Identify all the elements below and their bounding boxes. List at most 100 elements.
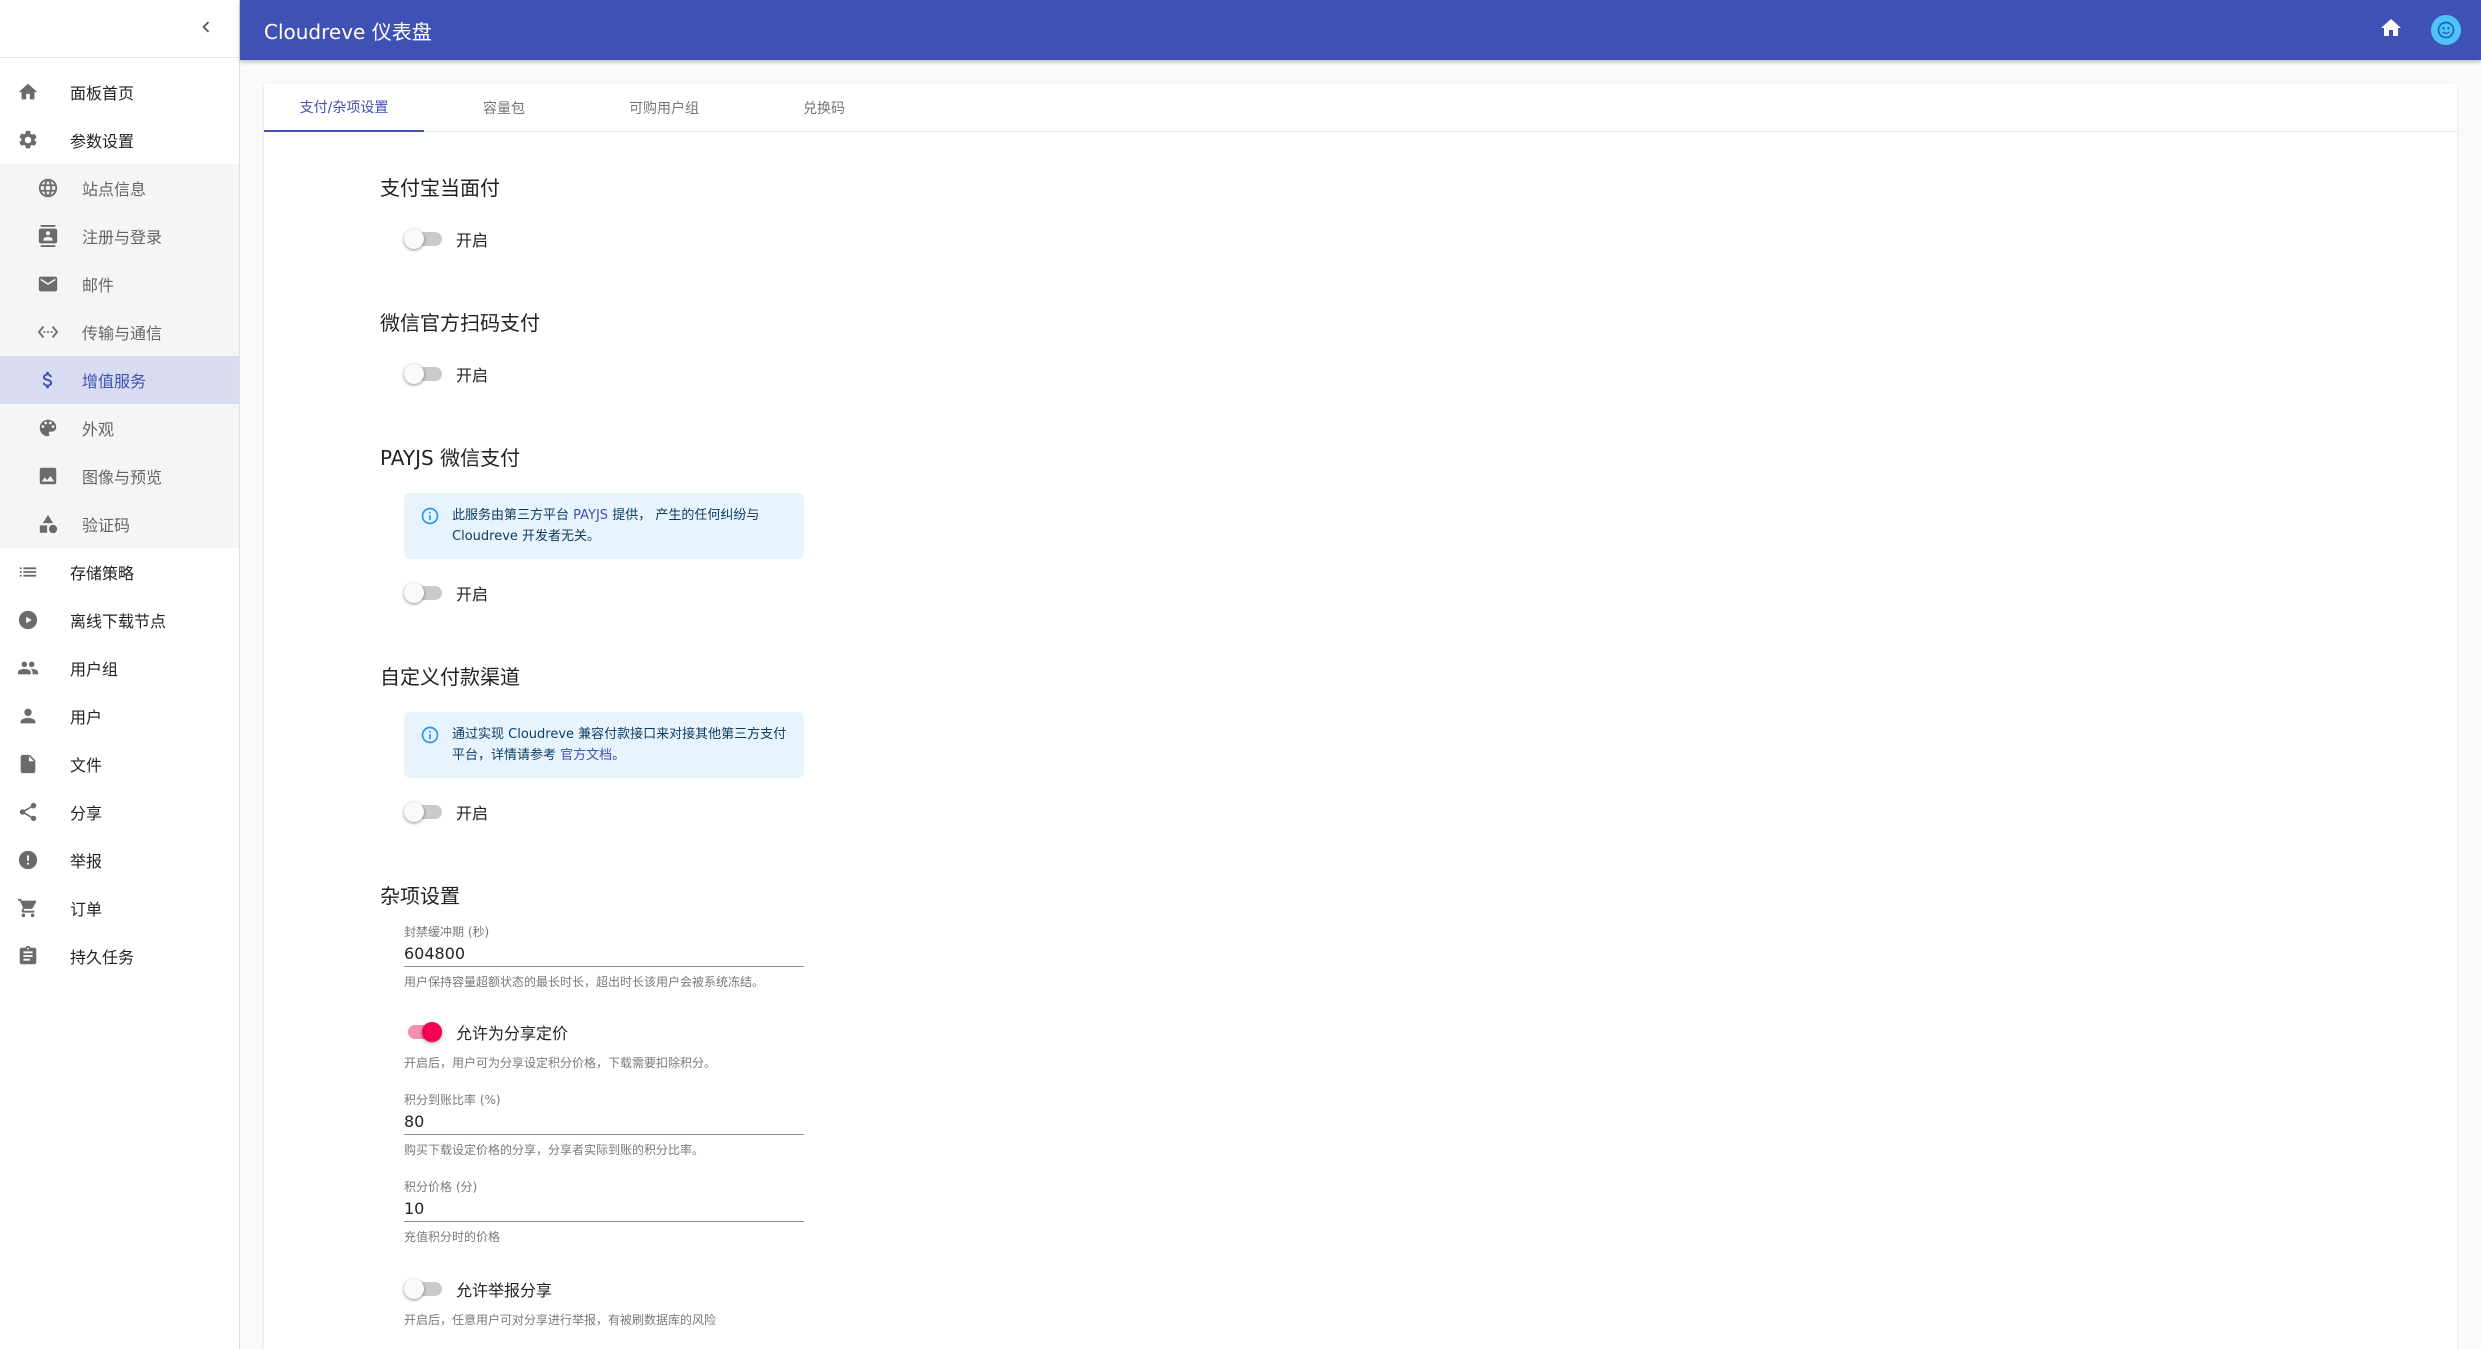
ban-buffer-input[interactable]: 604800 [404, 941, 804, 967]
payjs-enable-row: 开启 [404, 577, 880, 609]
payjs-enable-switch[interactable] [404, 583, 442, 603]
sidebar-item-5[interactable]: 传输与通信 [0, 308, 239, 356]
report-share-label: 允许举报分享 [456, 1281, 553, 1300]
app-title: Cloudreve 仪表盘 [264, 19, 432, 44]
sidebar-item-0[interactable]: 面板首页 [0, 68, 239, 116]
credit-price-helper: 充值积分时的价格 [404, 1230, 501, 1244]
alipay-section-title: 支付宝当面付 [380, 176, 500, 200]
sidebar-header [0, 0, 239, 58]
custom-enable-row: 开启 [404, 796, 880, 828]
people-icon [16, 656, 40, 680]
sidebar-item-label: 传输与通信 [82, 324, 163, 343]
sidebar: 面板首页参数设置站点信息注册与登录 邮件传输与通信增值服务外观图像与预览验证码存储… [0, 0, 240, 1349]
tab-storage-packs[interactable]: 容量包 [424, 84, 584, 132]
cart-icon [16, 896, 40, 920]
sidebar-item-label: 订单 [70, 900, 103, 919]
credit-price-field[interactable]: 积分价格 (分) 10 [404, 1178, 804, 1222]
sidebar-item-label: 参数设置 [70, 132, 135, 151]
alipay-enable-label: 开启 [456, 231, 489, 250]
app-bar: Cloudreve 仪表盘 [240, 0, 2481, 60]
alipay-enable-switch[interactable] [404, 229, 442, 249]
clipboard-icon [16, 944, 40, 968]
report-icon [16, 848, 40, 872]
report-share-helper: 开启后，任意用户可对分享进行举报，有被刷数据库的风险 [404, 1313, 717, 1327]
sidebar-item-8[interactable]: 图像与预览 [0, 452, 239, 500]
tab-payment-misc[interactable]: 支付/杂项设置 [264, 84, 424, 132]
sidebar-item-2[interactable]: 站点信息 [0, 164, 239, 212]
sidebar-item-label: 站点信息 [82, 180, 147, 199]
ratio-helper: 购买下载设定价格的分享，分享者实际到账的积分比率。 [404, 1143, 705, 1157]
sidebar-item-label: 用户组 [70, 660, 119, 679]
sidebar-item-17[interactable]: 订单 [0, 884, 239, 932]
sidebar-item-label: 分享 [70, 804, 103, 823]
home-button[interactable] [2379, 16, 2403, 44]
code-transfer-icon [36, 320, 60, 344]
settings-form: 支付宝当面付 开启 微信官方扫码支付 开启 PAYJS 微信支付 此服务由第三方… [380, 172, 880, 1328]
sidebar-item-7[interactable]: 外观 [0, 404, 239, 452]
custom-enable-switch[interactable] [404, 802, 442, 822]
sidebar-item-15[interactable]: 分享 [0, 788, 239, 836]
avatar[interactable] [2431, 15, 2461, 45]
dollar-icon [36, 368, 60, 392]
share-icon [16, 800, 40, 824]
sidebar-item-4[interactable]: 邮件 [0, 260, 239, 308]
ratio-input[interactable]: 80 [404, 1109, 804, 1135]
sidebar-item-label: 离线下载节点 [70, 612, 167, 631]
payjs-info-alert: 此服务由第三方平台 PAYJS 提供， 产生的任何纠纷与 Cloudreve 开… [404, 493, 804, 559]
info-icon [420, 725, 442, 747]
tab-redeem-codes[interactable]: 兑换码 [744, 84, 904, 132]
sidebar-item-label: 验证码 [82, 516, 131, 535]
sidebar-item-label: 举报 [70, 852, 103, 871]
sidebar-item-label: 存储策略 [70, 564, 135, 583]
credit-price-label: 积分价格 (分) [404, 1180, 478, 1194]
settings-panel: 支付/杂项设置 容量包 可购用户组 兑换码 支付宝当面付 开启 微信官方扫码支付… [264, 84, 2457, 1349]
sidebar-item-label: 图像与预览 [82, 468, 163, 487]
home-icon [2381, 19, 2401, 36]
custom-payment-info-alert: 通过实现 Cloudreve 兼容付款接口来对接其他第三方支付平台，详情请参考 … [404, 712, 804, 778]
shapes-icon [36, 512, 60, 536]
payjs-enable-label: 开启 [456, 585, 489, 604]
sidebar-item-label: 面板首页 [70, 84, 135, 103]
report-share-switch[interactable] [404, 1279, 442, 1299]
image-icon [36, 464, 60, 488]
share-price-switch[interactable] [404, 1022, 442, 1042]
wechat-enable-switch[interactable] [404, 364, 442, 384]
gear-icon [16, 128, 40, 152]
home-icon [16, 80, 40, 104]
sidebar-item-label: 持久任务 [70, 948, 135, 967]
credit-price-input[interactable]: 10 [404, 1196, 804, 1222]
sidebar-item-12[interactable]: 用户组 [0, 644, 239, 692]
contact-card-icon [36, 224, 60, 248]
tab-bar: 支付/杂项设置 容量包 可购用户组 兑换码 [264, 84, 2457, 132]
collapse-sidebar-button[interactable] [195, 16, 217, 42]
sidebar-item-14[interactable]: 文件 [0, 740, 239, 788]
sidebar-item-1[interactable]: 参数设置 [0, 116, 239, 164]
sidebar-item-16[interactable]: 举报 [0, 836, 239, 884]
tab-purchasable-groups[interactable]: 可购用户组 [584, 84, 744, 132]
sidebar-item-9[interactable]: 验证码 [0, 500, 239, 548]
report-share-row: 允许举报分享 [404, 1273, 880, 1305]
wechat-section-title: 微信官方扫码支付 [380, 311, 540, 335]
ban-buffer-field[interactable]: 封禁缓冲期 (秒) 604800 [404, 923, 804, 967]
misc-section-title: 杂项设置 [380, 884, 460, 908]
sidebar-item-10[interactable]: 存储策略 [0, 548, 239, 596]
sidebar-item-3[interactable]: 注册与登录 [0, 212, 239, 260]
payjs-link[interactable]: PAYJS [573, 508, 608, 523]
globe-icon [36, 176, 60, 200]
custom-enable-label: 开启 [456, 804, 489, 823]
wechat-enable-row: 开启 [404, 358, 880, 390]
sidebar-item-label: 外观 [82, 420, 115, 439]
ratio-field[interactable]: 积分到账比率 (%) 80 [404, 1091, 804, 1135]
sidebar-item-6[interactable]: 增值服务 [0, 356, 239, 404]
wechat-enable-label: 开启 [456, 366, 489, 385]
mail-icon [36, 272, 60, 296]
sidebar-item-11[interactable]: 离线下载节点 [0, 596, 239, 644]
custom-payment-section-title: 自定义付款渠道 [380, 665, 520, 689]
file-icon [16, 752, 40, 776]
alipay-enable-row: 开启 [404, 223, 880, 255]
sidebar-item-label: 用户 [70, 708, 103, 727]
share-price-helper: 开启后，用户可为分享设定积分价格，下载需要扣除积分。 [404, 1056, 717, 1070]
official-docs-link[interactable]: 官方文档 [560, 748, 612, 763]
sidebar-item-18[interactable]: 持久任务 [0, 932, 239, 980]
sidebar-item-13[interactable]: 用户 [0, 692, 239, 740]
